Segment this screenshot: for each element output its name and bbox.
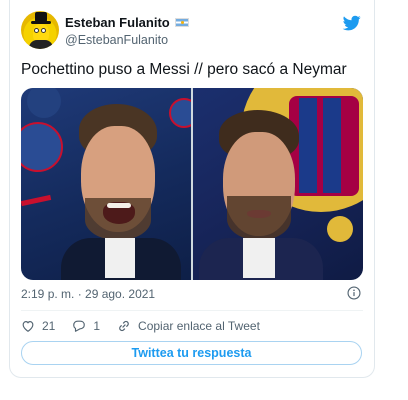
like-count: 21 [42, 319, 56, 333]
info-icon[interactable] [347, 286, 361, 300]
tweet-text: Pochettino puso a Messi // pero sacó a N… [21, 61, 347, 78]
author-name[interactable]: Esteban Fulanito [65, 15, 170, 30]
photo-smiling[interactable] [21, 88, 191, 280]
photo-crying[interactable] [193, 88, 363, 280]
link-icon [119, 320, 129, 332]
copy-link-label: Copiar enlace al Tweet [138, 319, 260, 333]
copy-link-button[interactable]: Copiar enlace al Tweet [117, 319, 260, 333]
argentina-flag-icon [174, 18, 189, 27]
speech-bubble-icon [73, 320, 86, 332]
reply-button[interactable]: 1 [72, 319, 100, 333]
like-button[interactable]: 21 [21, 319, 55, 333]
tweet-card: Esteban Fulanito @EstebanFulanito Pochet… [9, 0, 375, 378]
twitter-bird-icon[interactable] [342, 14, 362, 32]
tweet-actions: 21 1 Copiar enlace al Tweet [21, 319, 277, 333]
reply-tweet-button[interactable]: Twittea tu respuesta [21, 341, 362, 365]
author-name-row[interactable]: Esteban Fulanito [65, 15, 189, 30]
avatar[interactable] [21, 11, 59, 49]
heart-icon [22, 321, 34, 332]
divider [21, 310, 363, 311]
author-handle[interactable]: @EstebanFulanito [65, 33, 168, 47]
tweet-media[interactable] [21, 88, 363, 280]
tweet-timestamp[interactable]: 2:19 p. m. · 29 ago. 2021 [21, 287, 155, 301]
reply-count: 1 [93, 319, 101, 333]
